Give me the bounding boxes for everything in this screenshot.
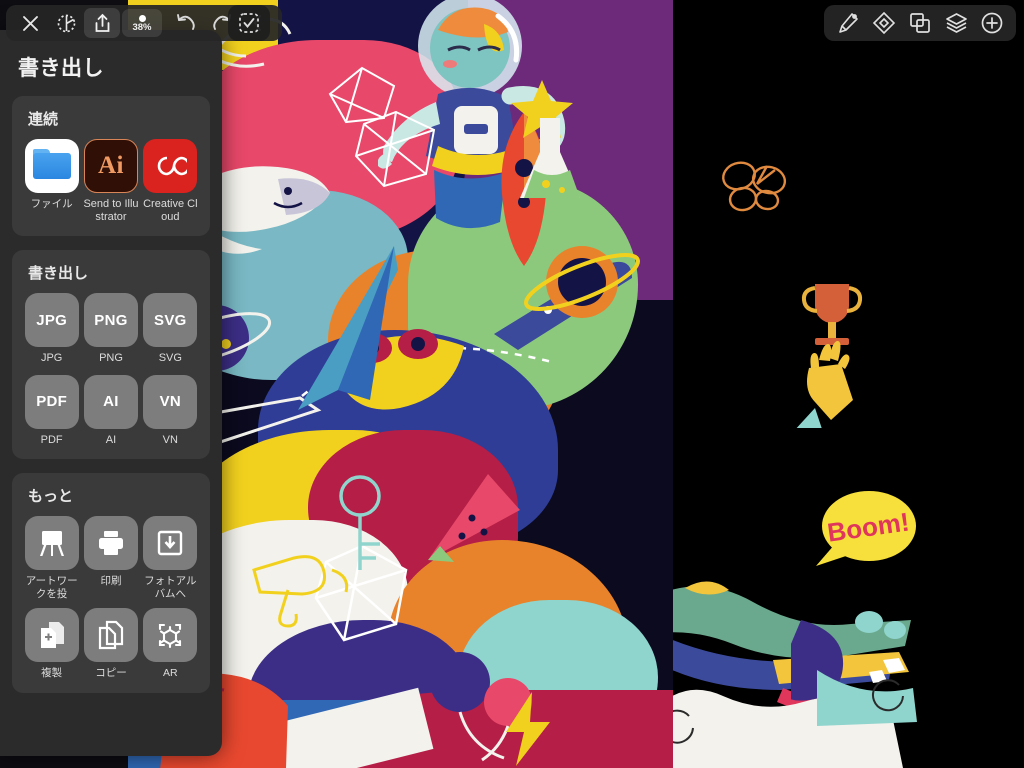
tile-send-to-illustrator[interactable]: Ai Send to Illustrator <box>81 139 140 223</box>
tile-svg-label: SVG <box>158 352 182 364</box>
shape-tool-button[interactable] <box>866 8 902 38</box>
tile-print-label: 印刷 <box>100 575 122 587</box>
paper-plane-doodle <box>298 246 398 410</box>
tile-creative-cloud-label: Creative Cloud <box>143 198 198 223</box>
creative-cloud-icon <box>143 139 198 193</box>
group-export-title: 書き出し <box>28 265 89 282</box>
export-panel: 書き出し 連続 ファイル Ai Send to Illustrator Crea… <box>0 30 222 756</box>
adobe-illustrator-icon: Ai <box>83 139 138 193</box>
files-app-icon <box>24 139 79 193</box>
jpg-format-icon: JPG <box>24 293 79 347</box>
toolbar-confirm <box>228 5 270 41</box>
duplicate-tool-button[interactable] <box>902 8 938 38</box>
svg-format-icon: SVG <box>143 293 198 347</box>
tile-ar-label: AR <box>163 667 178 679</box>
add-button[interactable] <box>974 8 1010 38</box>
tile-ai-label: AI <box>105 433 117 446</box>
app-root: Boom! 書き出し 連続 ファイル Ai Send to Illustrato… <box>0 0 1024 768</box>
group-export: 書き出し JPG JPG PNG PNG SVG SVG PDF PDF AI … <box>12 250 210 459</box>
undo-button[interactable] <box>168 8 204 38</box>
save-to-album-icon <box>143 516 198 570</box>
ai-format-icon: AI <box>83 374 138 429</box>
tile-export-jpg[interactable]: JPG JPG <box>22 293 81 365</box>
pdf-format-icon: PDF <box>24 374 79 429</box>
tile-illustrator-label: Send to Illustrator <box>83 198 139 223</box>
key-doodle <box>339 475 381 570</box>
tile-jpg-label: JPG <box>40 352 63 364</box>
crystal-doodle-2 <box>328 66 396 124</box>
vn-format-icon: VN <box>143 374 198 429</box>
tile-creative-cloud[interactable]: Creative Cloud <box>141 139 200 223</box>
png-format-icon: PNG <box>83 293 138 347</box>
ar-cube-icon <box>143 608 198 662</box>
zoom-dot-icon <box>138 14 146 22</box>
group-continue-title: 連続 <box>28 111 59 128</box>
tile-project-label: アートワークを投 <box>25 575 78 600</box>
pen-tool-button[interactable] <box>830 8 866 38</box>
tile-files-label: ファイル <box>30 198 73 210</box>
selection-confirm-button[interactable] <box>231 8 267 38</box>
artboard-right-region[interactable]: Boom! <box>673 0 1024 768</box>
flask-doodle <box>520 118 580 198</box>
tile-copy[interactable]: コピー <box>81 608 140 680</box>
tile-export-png[interactable]: PNG PNG <box>81 293 140 365</box>
copy-doc-icon <box>83 608 138 662</box>
small-planet-doodle <box>524 246 640 318</box>
tile-copy-label: コピー <box>95 667 127 679</box>
tile-files[interactable]: ファイル <box>22 139 81 211</box>
butterfly-doodle <box>722 161 787 212</box>
group-more-title: もっと <box>28 488 74 505</box>
group-continue: 連続 ファイル Ai Send to Illustrator Creative … <box>12 96 210 236</box>
tile-print[interactable]: 印刷 <box>81 516 140 588</box>
tile-photos-label: フォトアルバムへ <box>144 575 197 600</box>
zoom-indicator[interactable]: 38% <box>122 9 162 37</box>
layers-button[interactable] <box>938 8 974 38</box>
tile-export-pdf[interactable]: PDF PDF <box>22 374 81 447</box>
tile-ar[interactable]: AR <box>141 608 200 680</box>
tile-png-label: PNG <box>99 352 123 364</box>
zoom-value: 38% <box>132 21 152 33</box>
settings-button[interactable] <box>48 8 84 38</box>
tile-export-ai[interactable]: AI AI <box>81 374 140 447</box>
tile-export-vn[interactable]: VN VN <box>141 374 200 447</box>
group-more: もっと アートワークを投 印刷 フォトアルバムへ 複製 コピー AR <box>12 473 210 693</box>
lightning-doodle <box>506 692 550 766</box>
easel-icon <box>24 516 79 570</box>
duplicate-doc-icon <box>24 608 79 662</box>
tile-duplicate[interactable]: 複製 <box>22 608 81 680</box>
export-share-button[interactable] <box>84 8 120 38</box>
tile-pdf-label: PDF <box>40 433 63 446</box>
tile-save-to-photos[interactable]: フォトアルバムへ <box>141 516 200 600</box>
watermelon-doodle <box>428 474 520 562</box>
tail-curl-doodle <box>791 620 917 726</box>
toolbar-right <box>824 5 1016 41</box>
tile-export-svg[interactable]: SVG SVG <box>141 293 200 365</box>
tile-project-artwork[interactable]: アートワークを投 <box>22 516 81 600</box>
tile-duplicate-label: 複製 <box>41 667 63 679</box>
close-button[interactable] <box>12 8 48 38</box>
hand-doodle <box>796 340 853 428</box>
printer-icon <box>83 516 138 570</box>
tile-vn-label: VN <box>162 433 178 446</box>
